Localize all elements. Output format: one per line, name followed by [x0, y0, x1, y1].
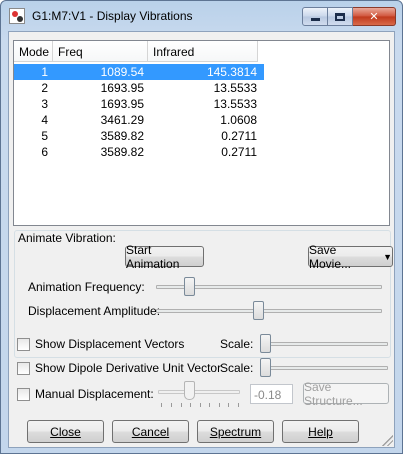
show-dipole-derivative-checkbox[interactable]	[17, 362, 30, 375]
title-bar[interactable]: G1:M7:V1 - Display Vibrations ✕	[1, 1, 402, 31]
start-animation-label: Start Animation	[126, 242, 180, 271]
freq-cell: 3589.82	[100, 145, 144, 159]
close-window-button[interactable]: ✕	[353, 7, 396, 26]
show-dipole-derivative-label: Show Dipole Derivative Unit Vector	[35, 361, 222, 375]
dipole-scale-slider[interactable]	[260, 358, 271, 377]
infrared-cell: 13.5533	[213, 97, 257, 111]
maximize-button[interactable]	[328, 7, 353, 26]
infrared-cell: 145.3814	[206, 65, 257, 79]
close-icon: ✕	[369, 11, 379, 23]
save-movie-button[interactable]: Save Movie... ▼	[308, 243, 393, 271]
manual-displacement-label: Manual Displacement:	[35, 387, 154, 401]
display-vibrations-window: G1:M7:V1 - Display Vibrations ✕ Mode Fre…	[0, 0, 403, 454]
maximize-icon	[335, 12, 345, 21]
manual-displacement-checkbox[interactable]	[17, 388, 30, 401]
list-row-mode-4[interactable]: 4 3461.29 1.0608	[14, 112, 264, 128]
column-header-freq[interactable]: Freq	[53, 41, 148, 62]
freq-cell: 3589.82	[100, 129, 144, 143]
save-structure-button[interactable]: Save Structure...	[303, 380, 389, 408]
vectors-scale-slider[interactable]	[260, 334, 271, 353]
animate-vibration-label: Animate Vibration:	[18, 231, 116, 245]
mode-cell: 6	[41, 145, 48, 159]
infrared-cell: 1.0608	[220, 113, 257, 127]
save-movie-label: Save Movie...	[309, 242, 352, 271]
spectrum-label: Spectrum	[209, 424, 262, 439]
animation-frequency-label: Animation Frequency:	[28, 280, 145, 294]
dipole-scale-track[interactable]	[260, 366, 388, 370]
spectrum-button[interactable]: Spectrum	[197, 420, 274, 443]
animation-frequency-slider[interactable]	[183, 277, 195, 296]
mode-cell: 1	[41, 65, 48, 79]
manual-displacement-value: -0.18	[254, 388, 282, 402]
manual-displacement-track[interactable]	[158, 390, 240, 394]
slider-tick	[200, 403, 201, 407]
start-animation-button[interactable]: Start Animation	[125, 243, 204, 271]
list-row-mode-2[interactable]: 2 1693.95 13.5533	[14, 80, 264, 96]
dialog-client-area: Mode Freq Infrared 1 1089.54 145.3814 2 …	[8, 31, 395, 448]
vibration-modes-list[interactable]: Mode Freq Infrared 1 1089.54 145.3814 2 …	[13, 40, 390, 226]
list-rows: 1 1089.54 145.3814 2 1693.95 13.5533 3 1…	[14, 64, 264, 160]
displacement-amplitude-label: Displacement Amplitude:	[28, 304, 161, 318]
cancel-label: Cancel	[131, 424, 170, 439]
list-row-mode-1[interactable]: 1 1089.54 145.3814	[14, 64, 264, 80]
slider-tick	[219, 403, 220, 407]
mode-cell: 4	[41, 113, 48, 127]
freq-cell: 1089.54	[100, 65, 144, 79]
displacement-amplitude-track[interactable]	[156, 309, 382, 313]
window-title: G1:M7:V1 - Display Vibrations	[32, 9, 193, 23]
gaussview-molecule-icon	[9, 8, 25, 24]
slider-tick	[161, 403, 162, 407]
close-button[interactable]: Close	[27, 420, 104, 443]
freq-cell: 3461.29	[100, 113, 144, 127]
dipole-scale-label: Scale:	[220, 361, 254, 375]
column-header-mode[interactable]: Mode	[14, 41, 53, 62]
caption-buttons: ✕	[302, 7, 396, 26]
list-row-mode-3[interactable]: 3 1693.95 13.5533	[14, 96, 264, 112]
vectors-scale-track[interactable]	[260, 342, 388, 346]
save-structure-label: Save Structure...	[304, 379, 363, 408]
help-button[interactable]: Help	[282, 420, 359, 443]
column-header-infrared[interactable]: Infrared	[148, 41, 258, 62]
freq-cell: 1693.95	[100, 81, 144, 95]
list-row-mode-6[interactable]: 6 3589.82 0.2711	[14, 144, 264, 160]
slider-tick	[209, 403, 210, 407]
minimize-button[interactable]	[302, 7, 328, 26]
mode-cell: 2	[41, 81, 48, 95]
slider-tick	[190, 403, 191, 407]
manual-displacement-value-field[interactable]: -0.18	[250, 384, 293, 404]
list-row-mode-5[interactable]: 5 3589.82 0.2711	[14, 128, 264, 144]
mode-cell: 3	[41, 97, 48, 111]
infrared-cell: 0.2711	[221, 129, 257, 143]
slider-tick	[171, 403, 172, 407]
slider-tick	[228, 403, 229, 407]
minimize-icon	[310, 18, 320, 21]
manual-displacement-slider[interactable]	[184, 381, 195, 400]
close-label: Close	[50, 424, 81, 439]
resize-grip[interactable]	[382, 435, 393, 446]
cancel-button[interactable]: Cancel	[112, 420, 189, 443]
help-label: Help	[308, 424, 333, 439]
displacement-amplitude-slider[interactable]	[252, 301, 264, 320]
infrared-cell: 0.2711	[221, 145, 257, 159]
slider-tick	[238, 403, 239, 407]
show-displacement-vectors-label: Show Displacement Vectors	[35, 337, 185, 351]
vectors-scale-label: Scale:	[220, 337, 254, 351]
freq-cell: 1693.95	[100, 97, 144, 111]
slider-tick	[181, 403, 182, 407]
infrared-cell: 13.5533	[213, 81, 257, 95]
mode-cell: 5	[41, 129, 48, 143]
dropdown-arrow-icon: ▼	[383, 251, 392, 262]
show-displacement-vectors-checkbox[interactable]	[17, 338, 30, 351]
list-header: Mode Freq Infrared	[14, 41, 258, 62]
